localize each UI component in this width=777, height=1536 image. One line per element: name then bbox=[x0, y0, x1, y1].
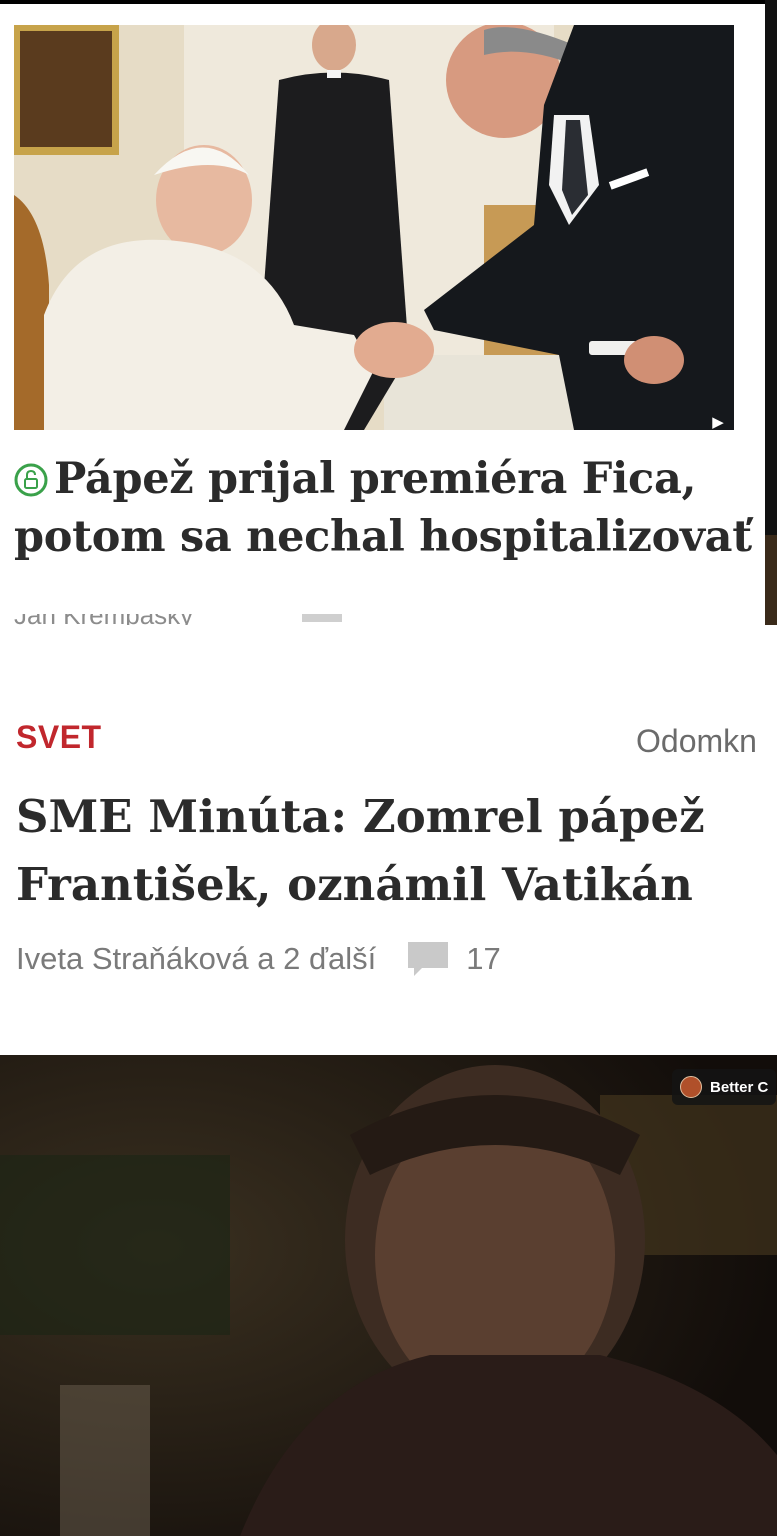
article-photo[interactable]: ▶ bbox=[14, 25, 734, 430]
channel-name: Better C bbox=[710, 1078, 769, 1096]
lock-icon bbox=[14, 463, 48, 497]
comment-icon[interactable] bbox=[406, 940, 450, 978]
channel-badge[interactable]: Better C bbox=[672, 1069, 777, 1105]
section-label[interactable]: SVET bbox=[16, 719, 102, 756]
byline-authors[interactable]: Iveta Straňáková a 2 ďalší bbox=[16, 941, 376, 977]
article-card-top[interactable]: ▶ Pápež prijal premiéra Fica, potom sa n… bbox=[0, 0, 777, 625]
video-still[interactable]: Better C bbox=[0, 1055, 777, 1536]
comment-icon-partial bbox=[302, 614, 342, 622]
channel-avatar bbox=[680, 1076, 702, 1098]
article-author-text: Ján Krempaský bbox=[14, 614, 193, 625]
article-headline-text: Pápež prijal premiéra Fica, potom sa nec… bbox=[14, 454, 752, 562]
edge-strip-warm bbox=[765, 535, 777, 625]
teaser-headline[interactable]: SME Minúta: Zomrel pápež František, ozná… bbox=[16, 783, 776, 919]
unlock-label[interactable]: Odomkn bbox=[636, 723, 757, 760]
comment-count[interactable]: 17 bbox=[466, 941, 500, 977]
article-headline[interactable]: Pápež prijal premiéra Fica, potom sa nec… bbox=[14, 450, 754, 566]
byline: Iveta Straňáková a 2 ďalší 17 bbox=[16, 940, 501, 978]
edge-strip bbox=[765, 0, 777, 625]
play-icon[interactable]: ▶ bbox=[708, 413, 728, 430]
article-author: Ján Krempaský bbox=[14, 614, 354, 625]
article-teaser[interactable]: SVET Odomkn SME Minúta: Zomrel pápež Fra… bbox=[0, 625, 777, 1055]
